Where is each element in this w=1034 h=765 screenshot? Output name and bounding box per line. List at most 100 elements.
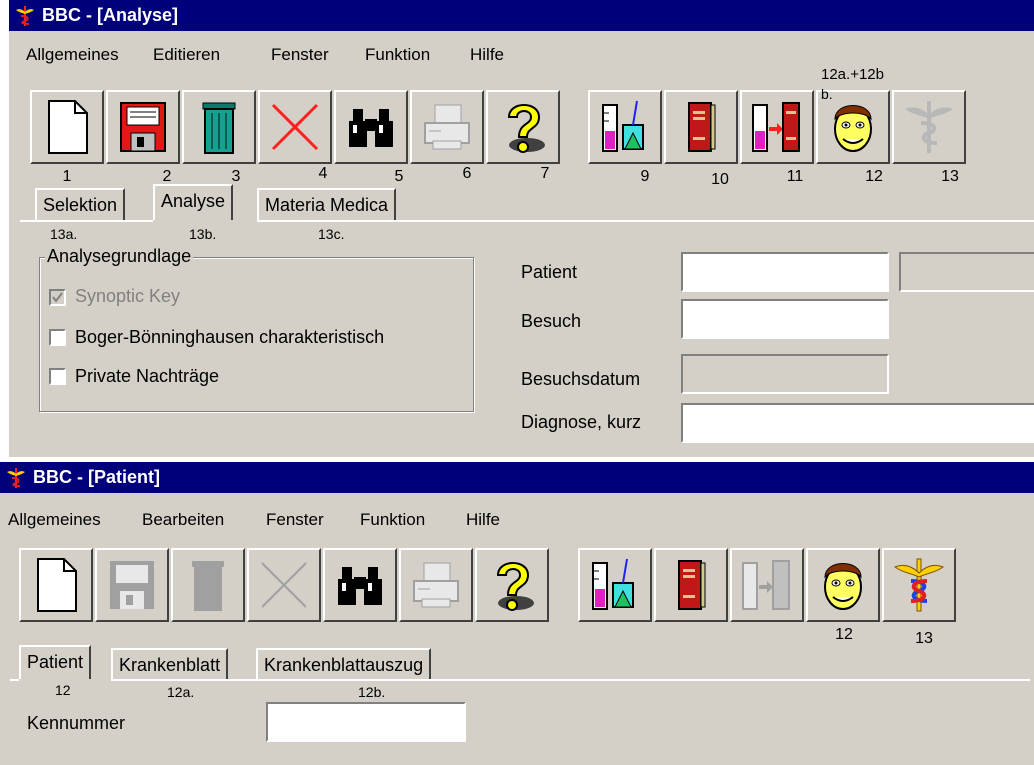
new-button[interactable] [30,90,104,164]
besuch-label: Besuch [521,311,582,331]
analysis-to-book-icon [749,97,805,157]
window-title: BBC - [Patient] [33,467,160,487]
print-button[interactable] [399,548,473,622]
patient-field[interactable] [681,252,889,292]
menu-fenster[interactable]: Fenster [266,510,324,530]
analysis-button[interactable] [578,548,652,622]
new-document-icon [28,555,84,615]
checkbox-private-nachtraege[interactable] [49,368,66,385]
print-button[interactable] [410,90,484,164]
binoculars-icon [343,97,399,157]
toolbar-number-1: 1 [62,168,72,185]
caduceus-icon [901,97,957,157]
help-button[interactable] [475,548,549,622]
checkbox-synoptic-key[interactable] [49,289,66,306]
toolbar-number-13: 13 [941,168,959,185]
menu-fenster[interactable]: Fenster [271,45,329,65]
delete-record-button[interactable] [182,90,256,164]
materia-medica-button[interactable] [654,548,728,622]
help-button[interactable] [486,90,560,164]
toolbar-number-6: 6 [462,165,472,182]
search-button[interactable] [323,548,397,622]
menu-allgemeines[interactable]: Allgemeines [8,510,101,530]
checkbox-boger-boenninghausen[interactable] [49,329,66,346]
diagnose-field[interactable] [681,403,1034,443]
toolbar-number-4: 4 [318,165,328,182]
binoculars-icon [332,555,388,615]
caduceus-icon [891,555,947,615]
title-bar: BBC - [Analyse] [9,0,1034,31]
tab-patient[interactable]: Patient [19,645,92,681]
save-button[interactable] [95,548,169,622]
diagnose-label: Diagnose, kurz [521,412,642,432]
floppy-save-icon [104,555,160,615]
tab-annotation-13c: 13c. [318,226,345,242]
label-private-nachtraege: Private Nachträge [75,366,220,386]
tab-selected-gap [153,220,257,222]
lab-analysis-icon [597,97,653,157]
tab-panel-edge [10,679,1030,681]
app-caduceus-icon[interactable] [5,466,27,490]
menu-bar: Allgemeines Bearbeiten Fenster Funktion … [0,506,1034,534]
cancel-button[interactable] [258,90,332,164]
toolbar-number-12: 12 [865,168,883,185]
label-synoptic-key: Synoptic Key [75,286,181,306]
analysis-to-book-button[interactable] [740,90,814,164]
analysis-button[interactable] [588,90,662,164]
menu-funktion[interactable]: Funktion [360,510,425,530]
tab-annotation-12: 12 [55,682,71,698]
menu-funktion[interactable]: Funktion [365,45,430,65]
materia-medica-button[interactable] [664,90,738,164]
printer-icon [419,97,475,157]
floppy-save-icon [115,97,171,157]
menu-allgemeines[interactable]: Allgemeines [26,45,119,65]
analysis-to-book-icon [739,555,795,615]
check-icon [52,292,63,303]
save-button[interactable] [106,90,180,164]
group-title: Analysegrundlage [45,246,194,267]
menu-bar: Allgemeines Editieren Fenster Funktion H… [9,41,1034,69]
book-icon [663,555,719,615]
trash-icon [191,97,247,157]
menu-bearbeiten[interactable]: Bearbeiten [142,510,224,530]
toolbar-number-13: 13 [915,630,933,647]
toolbar-number-12: 12 [835,626,853,643]
tab-annotation-12a: 12a. [167,684,195,700]
tab-analyse[interactable]: Analyse [153,184,234,222]
new-button[interactable] [19,548,93,622]
tab-annotation-13b: 13b. [189,226,217,242]
delete-record-button[interactable] [171,548,245,622]
help-question-icon [495,97,551,157]
tab-annotation-13a: 13a. [50,226,78,242]
caduceus-button[interactable] [882,548,956,622]
tab-materia-medica[interactable]: Materia Medica [257,188,397,220]
cancel-button[interactable] [247,548,321,622]
annotation-12a-12b: 12a.+12b [821,66,884,83]
new-document-icon [39,97,95,157]
tab-krankenblattauszug[interactable]: Krankenblattauszug [256,648,432,680]
tab-krankenblatt[interactable]: Krankenblatt [111,648,229,680]
lab-analysis-icon [587,555,643,615]
kennummer-field[interactable] [266,702,466,742]
besuch-field[interactable] [681,299,889,339]
search-button[interactable] [334,90,408,164]
menu-hilfe[interactable]: Hilfe [470,45,504,65]
help-question-icon [484,555,540,615]
tab-selected-gap [19,679,111,681]
toolbar-number-11: 11 [786,168,804,185]
menu-editieren[interactable]: Editieren [153,45,220,65]
menu-hilfe[interactable]: Hilfe [466,510,500,530]
patient-label: Patient [521,262,578,282]
window-title: BBC - [Analyse] [42,5,179,25]
tab-annotation-12b: 12b. [358,684,386,700]
toolbar [9,90,1034,166]
besuchsdatum-field [681,354,889,394]
app-caduceus-icon[interactable] [14,4,36,28]
delete-x-icon [267,97,323,157]
caduceus-button[interactable] [892,90,966,164]
tab-selektion[interactable]: Selektion [35,188,126,220]
trash-icon [180,555,236,615]
delete-x-icon [256,555,312,615]
analysis-to-book-button[interactable] [730,548,804,622]
patient-button[interactable] [806,548,880,622]
